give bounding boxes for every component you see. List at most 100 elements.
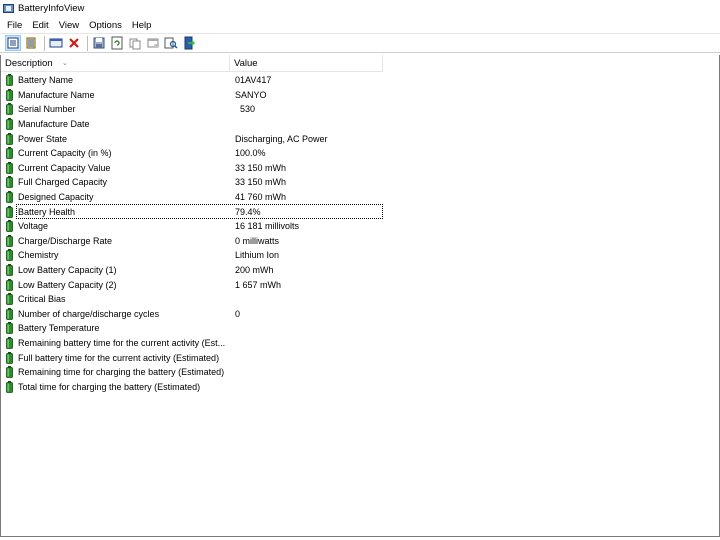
- table-row[interactable]: Total time for charging the battery (Est…: [1, 379, 383, 394]
- menu-file[interactable]: File: [2, 20, 27, 31]
- value-cell: 41 760 mWh: [235, 192, 287, 203]
- menu-bar: File Edit View Options Help: [0, 17, 720, 33]
- description-cell: Designed Capacity: [1, 191, 230, 203]
- find-button[interactable]: [163, 35, 179, 51]
- copy-button[interactable]: [127, 35, 143, 51]
- description-cell: Serial Number: [1, 103, 230, 116]
- delete-button[interactable]: [66, 35, 82, 51]
- battery-icon: [6, 74, 13, 87]
- description-cell: Current Capacity Value: [1, 161, 230, 174]
- description-text: Full battery time for the current activi…: [18, 352, 220, 363]
- menu-edit[interactable]: Edit: [27, 20, 53, 31]
- battery-info-list[interactable]: Description ⌄ Value Battery Name 01AV417 M…: [0, 55, 720, 537]
- table-row[interactable]: Current Capacity (in %) 100.0%: [1, 146, 383, 161]
- table-row[interactable]: Current Capacity Value 33 150 mWh: [1, 161, 383, 176]
- title-bar: BatteryInfoView: [0, 0, 720, 17]
- description-cell: Total time for charging the battery (Est…: [1, 380, 230, 393]
- table-row[interactable]: Low Battery Capacity (1) 200 mWh: [1, 263, 383, 278]
- column-header-description[interactable]: Description ⌄: [1, 55, 230, 72]
- column-header-value[interactable]: Value: [230, 55, 383, 72]
- table-row[interactable]: Full Charged Capacity 33 150 mWh: [1, 175, 383, 190]
- description-text: Manufacture Name: [18, 89, 95, 100]
- battery-icon: [6, 380, 13, 393]
- description-text: Number of charge/discharge cycles: [18, 308, 160, 319]
- description-text: Current Capacity Value: [18, 162, 111, 173]
- description-text: Chemistry: [18, 250, 59, 261]
- description-cell: Full Charged Capacity: [1, 176, 230, 189]
- battery-icon: [6, 249, 13, 262]
- table-row[interactable]: Power State Discharging, AC Power: [1, 131, 383, 146]
- properties-icon: [49, 38, 63, 48]
- copy-icon: [129, 38, 141, 50]
- table-row[interactable]: Full battery time for the current activi…: [1, 350, 383, 365]
- battery-icon: [6, 132, 13, 145]
- table-row[interactable]: Battery Health 79.4%: [1, 204, 383, 219]
- table-row[interactable]: Battery Temperature: [1, 321, 383, 336]
- description-text: Low Battery Capacity (2): [18, 279, 117, 290]
- description-cell: Low Battery Capacity (1): [1, 264, 230, 276]
- report-view-button[interactable]: [5, 35, 21, 51]
- table-row[interactable]: Serial Number 530: [1, 102, 383, 117]
- battery-icon: [6, 264, 13, 276]
- table-row[interactable]: Designed Capacity 41 760 mWh: [1, 190, 383, 205]
- table-row[interactable]: Critical Bias: [1, 292, 383, 307]
- value-cell: 100.0%: [235, 148, 266, 159]
- description-cell: Voltage: [1, 220, 230, 233]
- battery-icon: [6, 191, 13, 203]
- list-view-button[interactable]: [23, 35, 39, 51]
- description-text: Full Charged Capacity: [18, 177, 108, 188]
- description-cell: Number of charge/discharge cycles: [1, 307, 230, 320]
- battery-icon: [6, 161, 13, 174]
- exit-button[interactable]: [181, 35, 197, 51]
- menu-options[interactable]: Options: [84, 20, 127, 31]
- table-row[interactable]: Manufacture Name SANYO: [1, 88, 383, 103]
- table-row[interactable]: Voltage 16 181 millivolts: [1, 219, 383, 234]
- description-text: Charge/Discharge Rate: [18, 235, 113, 246]
- battery-icon: [6, 336, 13, 349]
- table-row[interactable]: Chemistry Lithium Ion: [1, 248, 383, 263]
- save-icon: [93, 37, 105, 49]
- menu-view[interactable]: View: [54, 20, 84, 31]
- description-text: Battery Health: [18, 206, 76, 217]
- battery-icon: [6, 234, 13, 247]
- value-cell: 01AV417: [235, 75, 272, 86]
- battery-icon: [6, 220, 13, 233]
- properties-window-icon: [147, 38, 159, 48]
- column-description-label: Description: [5, 58, 53, 69]
- battery-icon: [6, 103, 13, 116]
- toolbar-separator: [87, 35, 88, 51]
- description-cell: Full battery time for the current activi…: [1, 351, 230, 364]
- toolbar: [0, 33, 720, 53]
- table-row[interactable]: Number of charge/discharge cycles 0: [1, 307, 383, 322]
- column-value-label: Value: [234, 58, 258, 69]
- list-rows: Battery Name 01AV417 Manufacture Name SANYO…: [1, 73, 383, 394]
- battery-icon: [6, 322, 13, 335]
- list-view-icon: [26, 37, 36, 49]
- table-row[interactable]: Battery Name 01AV417: [1, 73, 383, 88]
- table-row[interactable]: Charge/Discharge Rate 0 milliwatts: [1, 234, 383, 249]
- battery-icon: [6, 205, 13, 218]
- description-text: Power State: [18, 133, 68, 144]
- value-cell: SANYO: [235, 89, 267, 100]
- save-button[interactable]: [91, 35, 107, 51]
- battery-icon: [6, 278, 13, 291]
- menu-help[interactable]: Help: [127, 20, 157, 31]
- table-row[interactable]: Low Battery Capacity (2) 1 657 mWh: [1, 277, 383, 292]
- value-cell: 16 181 millivolts: [235, 221, 300, 232]
- description-text: Manufacture Date: [18, 119, 90, 130]
- value-cell: 33 150 mWh: [235, 177, 287, 188]
- properties-window-button[interactable]: [145, 35, 161, 51]
- properties-button[interactable]: [48, 35, 64, 51]
- refresh-icon: [111, 36, 123, 50]
- table-row[interactable]: Remaining battery time for the current a…: [1, 336, 383, 351]
- description-text: Voltage: [18, 221, 49, 232]
- description-cell: Manufacture Name: [1, 88, 230, 101]
- table-row[interactable]: Remaining time for charging the battery …: [1, 365, 383, 380]
- report-view-icon: [7, 37, 19, 49]
- battery-icon: [6, 366, 13, 379]
- table-row[interactable]: Manufacture Date: [1, 117, 383, 132]
- description-cell: Battery Health: [1, 205, 230, 218]
- list-header: Description ⌄ Value: [1, 55, 383, 72]
- refresh-button[interactable]: [109, 35, 125, 51]
- value-cell: Lithium Ion: [235, 250, 280, 261]
